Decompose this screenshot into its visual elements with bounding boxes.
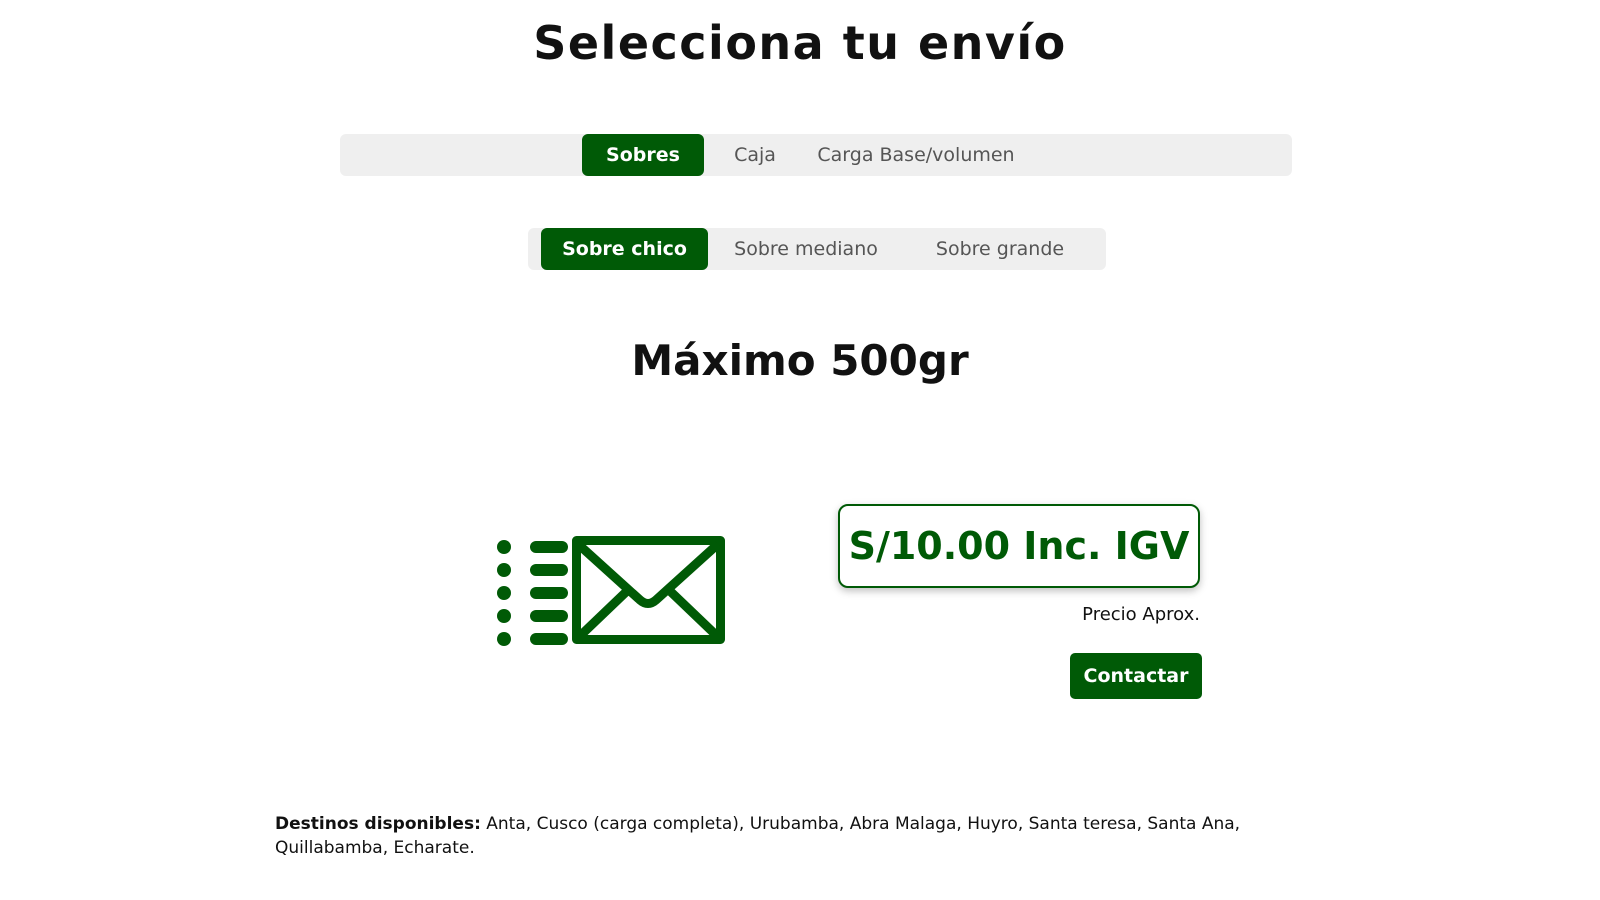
shipping-type-tabs: Sobres Caja Carga Base/volumen (340, 134, 1292, 176)
tab-sobre-chico[interactable]: Sobre chico (541, 228, 708, 270)
contact-button[interactable]: Contactar (1070, 653, 1202, 699)
page: Selecciona tu envío Sobres Caja Carga Ba… (0, 0, 1600, 900)
tab-carga-base-volumen[interactable]: Carga Base/volumen (806, 134, 1026, 176)
destinations-label: Destinos disponibles: (275, 814, 481, 834)
envelope-size-tabs: Sobre chico Sobre mediano Sobre grande (528, 228, 1106, 270)
tab-caja[interactable]: Caja (714, 134, 796, 176)
tab-sobre-mediano[interactable]: Sobre mediano (716, 228, 896, 270)
price-box: S/10.00 Inc. IGV (838, 504, 1200, 588)
page-title: Selecciona tu envío (533, 16, 1067, 70)
tab-sobres[interactable]: Sobres (582, 134, 704, 176)
tab-sobre-grande[interactable]: Sobre grande (904, 228, 1096, 270)
price-value: S/10.00 Inc. IGV (848, 524, 1190, 568)
weight-heading: Máximo 500gr (631, 336, 969, 385)
price-note: Precio Aprox. (1082, 604, 1200, 625)
envelope-fast-icon (490, 534, 730, 650)
destinations-text: Destinos disponibles: Anta, Cusco (carga… (275, 812, 1335, 860)
